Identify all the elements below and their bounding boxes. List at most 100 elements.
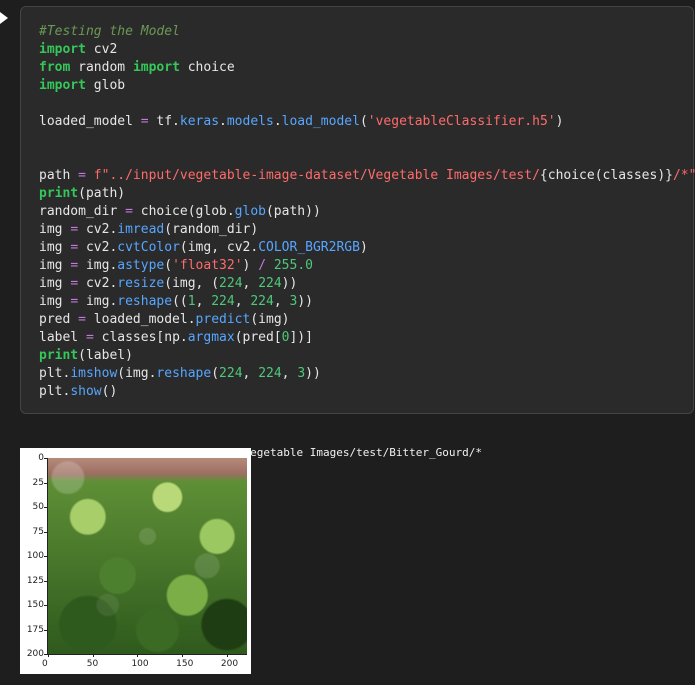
code-token: cv2. (78, 222, 118, 237)
y-tick (44, 482, 47, 484)
code-cell[interactable]: #Testing the Model import cv2 from random … (20, 6, 695, 414)
code-token: cv2. (78, 276, 118, 291)
code-token: (img, cv2. (179, 240, 259, 255)
code-token: tf. (148, 114, 180, 129)
code-token: #Testing the Model (39, 24, 180, 39)
x-axis-line (47, 654, 247, 655)
code-token: () (101, 384, 118, 399)
code-line: #Testing the Model (39, 23, 695, 41)
code-line: print(path) (39, 185, 695, 203)
code-token: import (132, 60, 180, 75)
y-tick-label: 200 (26, 649, 44, 659)
x-tick (48, 654, 49, 657)
code-token: (label) (78, 348, 133, 363)
code-line: loaded_model = tf.keras.models.load_mode… (39, 113, 695, 131)
code-token: , (234, 294, 251, 309)
code-token: label (39, 330, 86, 345)
code-token: , (195, 294, 212, 309)
y-tick (44, 458, 47, 459)
y-tick (44, 654, 47, 655)
code-token: cv2 (85, 42, 118, 57)
code-token: 'vegetableClassifier.h5' (367, 114, 556, 129)
code-token: /*" (672, 168, 695, 183)
y-tick (44, 605, 47, 606)
code-token: 1 (187, 294, 196, 309)
code-token: pred (39, 312, 79, 327)
code-token: = (70, 258, 79, 273)
code-token: )) (305, 366, 321, 381)
code-token: glob (85, 78, 126, 93)
code-token: img (39, 294, 71, 309)
code-token: reshape (156, 366, 212, 381)
bitter-gourd-image (48, 458, 247, 654)
code-token: , (242, 276, 259, 291)
code-token: keras (179, 114, 220, 129)
code-token: 224 (250, 294, 274, 309)
code-token: 'float32' (172, 258, 243, 273)
code-token: = (70, 222, 79, 237)
code-token: import (39, 42, 86, 57)
code-token: (random_dir) (164, 222, 259, 237)
code-token: glob (234, 204, 266, 219)
code-line: random_dir = choice(glob.glob(path)) (39, 203, 695, 221)
code-editor[interactable]: #Testing the Model import cv2 from random … (39, 23, 695, 401)
code-token: = (140, 114, 149, 129)
x-tick-label: 100 (131, 659, 149, 669)
y-tick-label: 75 (32, 526, 44, 537)
code-token: 224 (258, 366, 282, 381)
code-token: img (39, 276, 71, 291)
code-token: = (70, 276, 79, 291)
y-tick-label: 25 (32, 477, 44, 488)
code-token: show (70, 384, 102, 399)
code-token: imread (117, 222, 165, 237)
code-token: , (281, 366, 298, 381)
code-token: from (39, 60, 71, 75)
x-tick (92, 654, 94, 657)
code-token: ) (555, 114, 564, 129)
code-token: ) (359, 240, 368, 255)
code-token: loaded_model. (85, 312, 196, 327)
code-token: 3 (297, 366, 306, 381)
x-tick (137, 654, 139, 657)
code-token: = (78, 168, 86, 183)
code-token: choice (179, 60, 235, 75)
code-token: (img. (117, 366, 157, 381)
code-token: ( (164, 258, 173, 273)
code-line: plt.imshow(img.reshape(224, 224, 3)) (39, 365, 695, 383)
code-token: = (70, 240, 79, 255)
code-token: ( (359, 114, 368, 129)
y-tick-label: 50 (32, 502, 44, 512)
code-line: import glob (39, 77, 695, 95)
code-line: img = img.astype('float32') / 255.0 (39, 257, 695, 275)
y-tick (44, 629, 47, 631)
code-token: plt. (39, 384, 71, 399)
code-line: plt.show() (39, 383, 695, 401)
code-line: img = cv2.imread(random_dir) (39, 221, 695, 239)
code-line: path = f"../input/vegetable-image-datase… (39, 167, 695, 185)
code-token: random (70, 60, 133, 75)
code-token: = (85, 330, 94, 345)
code-token: reshape (117, 294, 173, 309)
y-tick-label: 125 (26, 575, 44, 586)
x-tick (182, 654, 184, 657)
code-token: img. (78, 258, 118, 273)
code-token: , (273, 294, 290, 309)
code-token: plt. (39, 366, 71, 381)
code-token: ])] (289, 330, 313, 345)
code-token: cvtColor (117, 240, 180, 255)
run-cell-icon[interactable] (0, 12, 8, 24)
code-line: from random import choice (39, 59, 695, 77)
code-token: img. (78, 294, 118, 309)
code-token: = (70, 294, 79, 309)
x-tick-label: 0 (42, 659, 48, 669)
code-token: img (39, 258, 71, 273)
code-token: f"../input/vegetable-image-dataset/Veget… (93, 168, 540, 183)
code-token: ) (242, 258, 259, 273)
code-token: models (226, 114, 274, 129)
x-tick (226, 654, 228, 657)
x-tick-label: 200 (220, 659, 239, 669)
code-token: choice(glob. (132, 204, 235, 219)
